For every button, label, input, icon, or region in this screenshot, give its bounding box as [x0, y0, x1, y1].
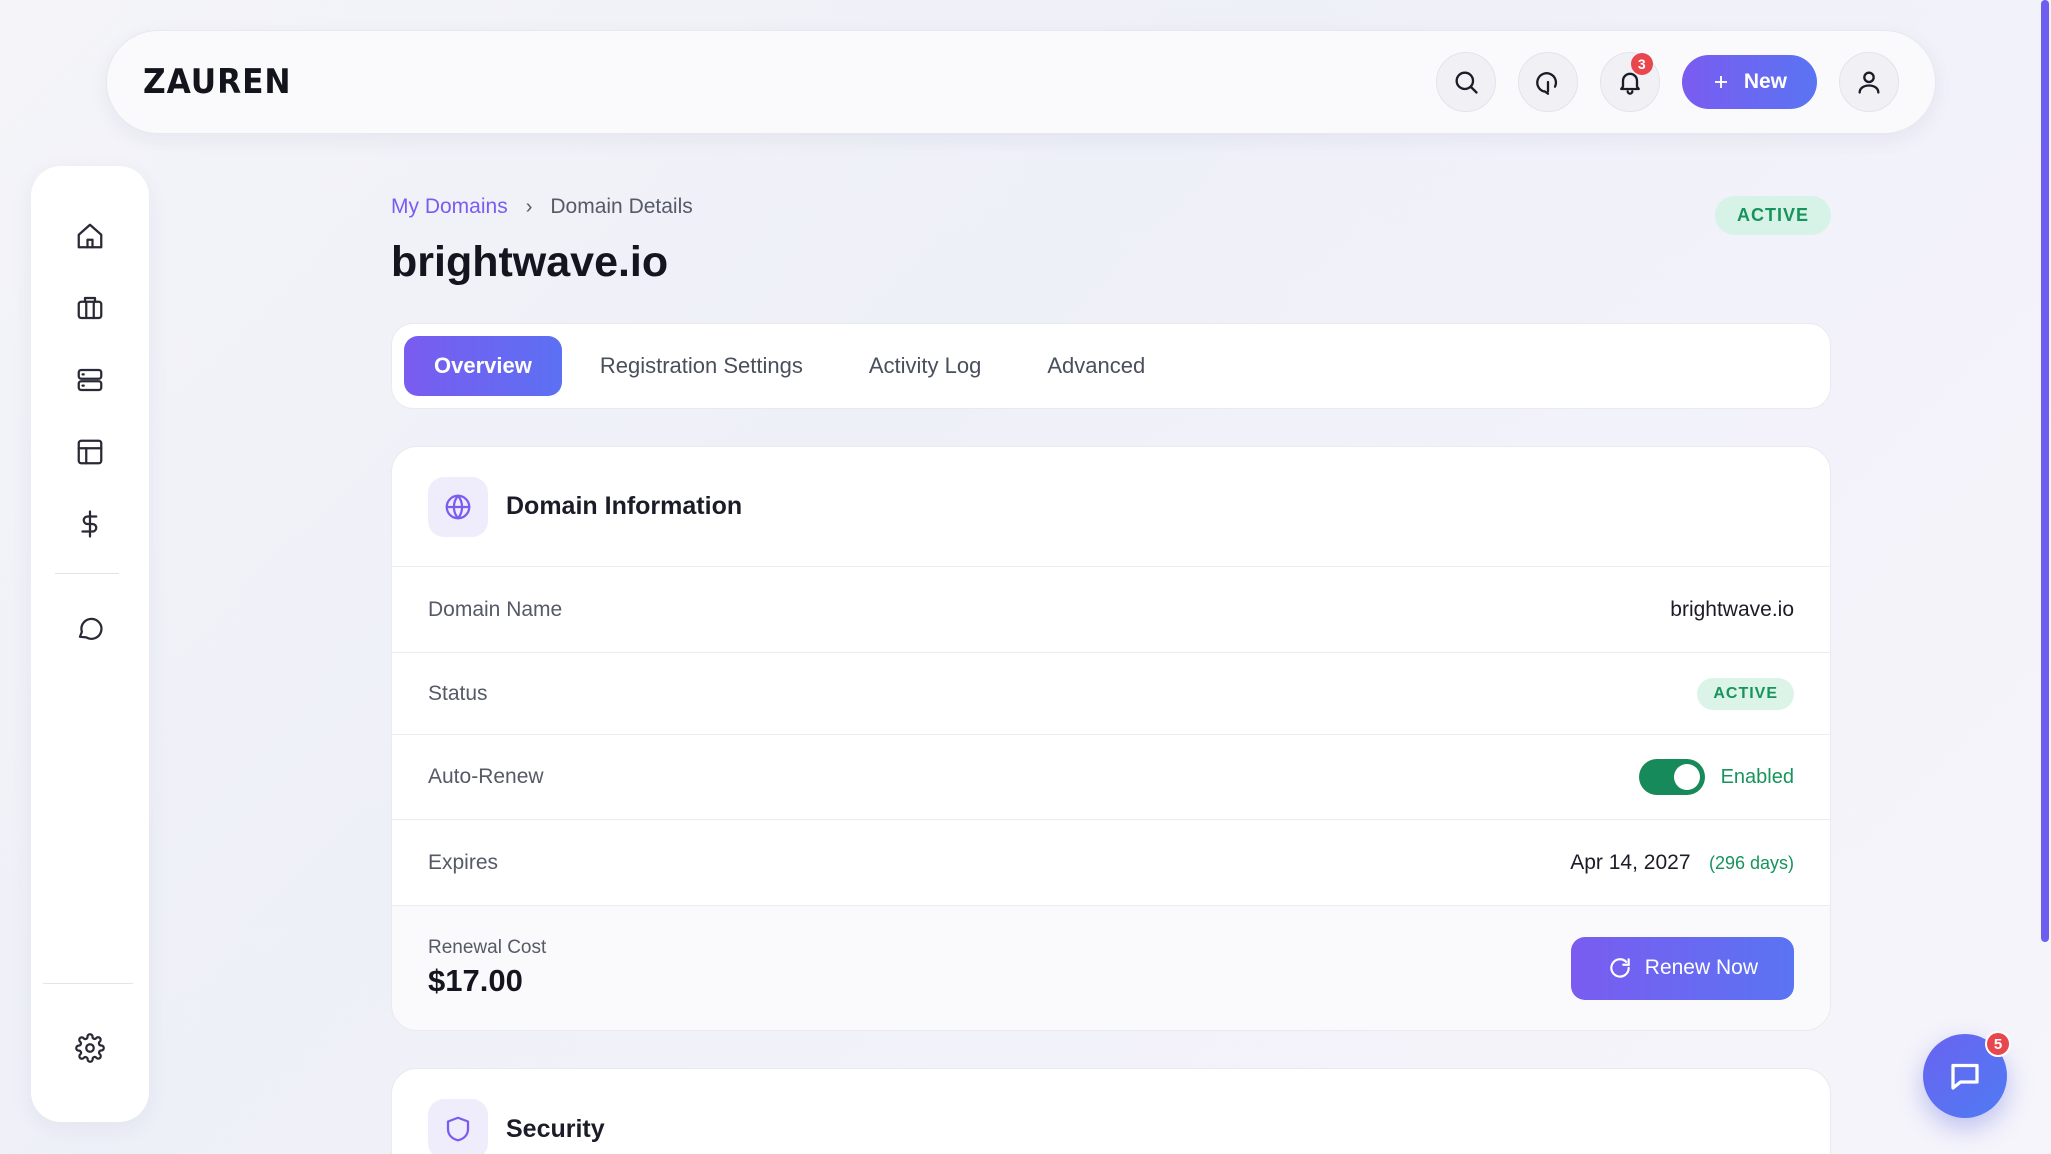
breadcrumb: My Domains › Domain Details — [391, 190, 1831, 224]
sidebar-item-settings[interactable] — [62, 1020, 118, 1076]
expires-row: Expires Apr 14, 2027 (296 days) — [392, 820, 1830, 906]
globe-icon — [445, 494, 471, 519]
security-card: Security — [391, 1068, 1831, 1154]
top-bar: ZAUREN 3 New — [106, 30, 1936, 134]
shield-icon — [446, 1116, 470, 1142]
status-label: Status — [428, 681, 488, 705]
server-icon — [77, 368, 103, 392]
notifications-button[interactable]: 3 — [1599, 52, 1660, 112]
renew-now-button[interactable]: Renew Now — [1570, 936, 1794, 1000]
domain-name-row: Domain Name brightwave.io — [392, 567, 1830, 653]
home-icon — [77, 223, 103, 249]
card-header: Domain Information — [392, 447, 1830, 567]
sidebar-item-billing[interactable] — [62, 496, 118, 552]
new-button[interactable]: New — [1681, 55, 1817, 109]
renewal-info: Renewal Cost $17.00 — [428, 937, 546, 999]
status-pill: ACTIVE — [1697, 677, 1794, 710]
auto-renew-label: Auto-Renew — [428, 765, 544, 788]
expires-days-remaining: (296 days) — [1708, 852, 1794, 873]
history-icon — [1535, 72, 1557, 95]
search-button[interactable] — [1435, 52, 1496, 112]
auto-renew-control: Enabled — [1638, 759, 1794, 795]
user-menu-button[interactable] — [1839, 52, 1899, 112]
tab-activity-log[interactable]: Activity Log — [841, 336, 1010, 396]
top-actions: 3 New — [1435, 52, 1899, 112]
chat-icon — [1951, 1063, 1979, 1090]
new-button-label: New — [1743, 70, 1787, 93]
card-icon — [428, 476, 488, 537]
briefcase-icon — [77, 296, 103, 320]
page-title: brightwave.io — [391, 238, 669, 286]
notification-badge: 3 — [1630, 53, 1653, 75]
chat-badge: 5 — [1985, 1031, 2011, 1057]
expires-label: Expires — [428, 850, 499, 874]
domain-name-value: brightwave.io — [1670, 597, 1794, 621]
security-card-icon — [428, 1099, 488, 1154]
renewal-cost-label: Renewal Cost — [428, 937, 547, 958]
renewal-section: Renewal Cost $17.00 Renew Now — [392, 906, 1830, 1030]
sidebar-item-layout[interactable] — [62, 424, 118, 480]
renewal-cost-value: $17.00 — [428, 963, 523, 998]
search-icon — [1455, 71, 1478, 94]
history-button[interactable] — [1517, 52, 1578, 112]
logo[interactable]: ZAUREN — [143, 62, 291, 102]
layout-icon — [77, 439, 103, 465]
dollar-icon — [81, 510, 98, 538]
sidebar-item-briefcase[interactable] — [62, 280, 118, 336]
sidebar-item-home[interactable] — [62, 208, 118, 264]
breadcrumb-current: Domain Details — [550, 195, 693, 218]
gear-icon — [75, 1033, 105, 1063]
sidebar-item-servers[interactable] — [62, 352, 118, 408]
breadcrumb-separator: › — [525, 195, 533, 218]
sidebar — [31, 166, 149, 1122]
scrollbar-thumb[interactable] — [2041, 0, 2049, 942]
security-card-title: Security — [506, 1114, 605, 1143]
chat-button[interactable]: 5 — [1923, 1031, 2011, 1118]
domain-information-card: Domain Information Domain Name brightwav… — [391, 446, 1831, 1031]
tab-registration-settings[interactable]: Registration Settings — [572, 336, 831, 396]
sidebar-divider-bottom — [43, 983, 133, 984]
user-icon — [1858, 71, 1880, 94]
tab-overview[interactable]: Overview — [404, 336, 562, 396]
status-row: Status ACTIVE — [392, 653, 1830, 735]
status-badge: ACTIVE — [1714, 196, 1831, 235]
auto-renew-status: Enabled — [1720, 765, 1794, 788]
auto-renew-row: Auto-Renew Enabled — [392, 735, 1830, 820]
card-title: Domain Information — [506, 492, 743, 520]
breadcrumb-link-my-domains[interactable]: My Domains — [391, 195, 508, 219]
expires-date: Apr 14, 2027 — [1570, 850, 1691, 874]
refresh-icon — [1610, 958, 1630, 978]
expires-value-group: Apr 14, 2027 (296 days) — [1570, 851, 1794, 875]
sidebar-divider — [55, 573, 119, 574]
sidebar-item-support[interactable] — [62, 600, 118, 656]
domain-name-label: Domain Name — [428, 597, 563, 621]
message-icon — [78, 617, 103, 640]
security-card-header: Security — [392, 1069, 1830, 1154]
main-content: My Domains › Domain Details brightwave.i… — [391, 190, 1831, 1154]
renew-now-label: Renew Now — [1644, 956, 1758, 979]
tab-bar: Overview Registration Settings Activity … — [391, 323, 1831, 409]
auto-renew-toggle[interactable] — [1638, 759, 1705, 795]
plus-icon — [1714, 76, 1727, 88]
tab-advanced[interactable]: Advanced — [1019, 336, 1173, 396]
scrollbar[interactable] — [2041, 0, 2049, 1154]
